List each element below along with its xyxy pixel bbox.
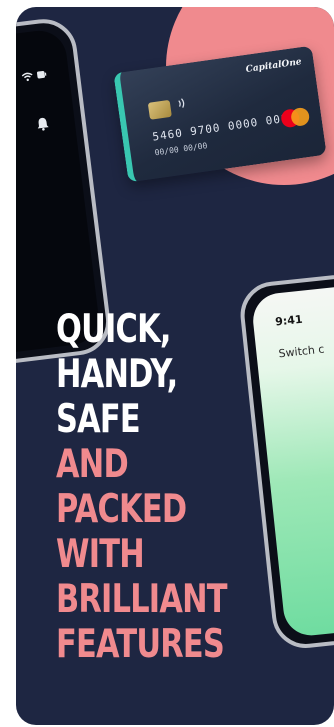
headline-line: BRILLIANT	[56, 577, 228, 622]
card-number: 5460 9700 0000 0000	[151, 110, 297, 144]
phone-time: 9:41	[274, 312, 304, 329]
bell-icon	[36, 116, 50, 135]
promo-panel: CapitalOne 5460 9700 0000 0000 00/00 00/…	[16, 7, 334, 725]
card-expiry: 00/00 00/00	[154, 141, 208, 158]
headline-line: WITH	[56, 532, 145, 577]
headline-line: SAFE	[56, 397, 141, 442]
status-icons	[21, 70, 47, 85]
contactless-icon	[175, 96, 189, 113]
right-phone-mockup: 9:41 Switch c	[237, 266, 334, 652]
headline: QUICK, HANDY, SAFE AND PACKED WITH BRILL…	[56, 307, 228, 667]
headline-line: PACKED	[56, 487, 187, 532]
card-chip-icon	[147, 99, 172, 120]
phone-switch-text: Switch c	[277, 342, 325, 361]
wifi-icon	[21, 72, 33, 85]
headline-line: FEATURES	[56, 622, 225, 667]
mastercard-logo-icon	[280, 106, 311, 129]
right-phone-screen: 9:41 Switch c	[250, 279, 334, 639]
card-brand: CapitalOne	[245, 57, 303, 75]
headline-line: AND	[56, 442, 129, 487]
headline-line: QUICK,	[56, 307, 171, 352]
headline-line: HANDY,	[56, 352, 178, 397]
battery-icon	[36, 70, 47, 83]
